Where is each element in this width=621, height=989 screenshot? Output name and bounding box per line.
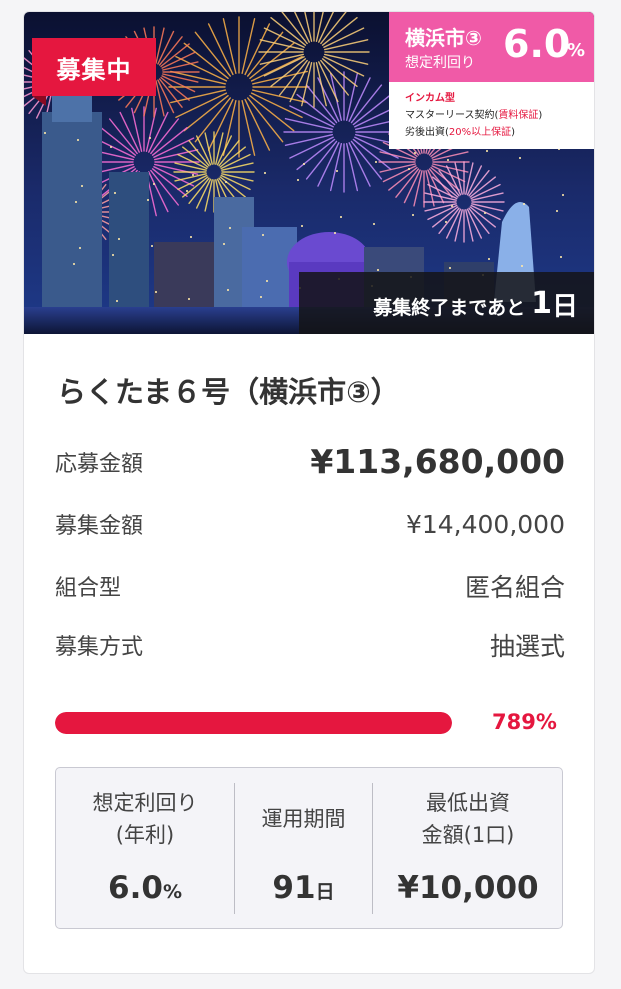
master-lease-suffix: ) — [538, 110, 543, 121]
status-badge: 募集中 — [32, 38, 156, 96]
progress-percent: 789% — [492, 710, 557, 734]
yield-city: 横浜市③ — [405, 26, 482, 50]
countdown-number: 1 — [531, 285, 552, 321]
subordinated-line: 劣後出資(20%以上保証) — [405, 124, 594, 141]
stat-yield-unit: % — [162, 881, 182, 903]
target-amount-label: 募集金額 — [55, 514, 144, 539]
stat-period: 運用期間 91日 — [235, 768, 372, 928]
subordinated-em: 20%以上保証 — [448, 127, 512, 138]
yield-unit: % — [567, 40, 586, 61]
stat-yield: 想定利回り (年利) 6.0% — [56, 768, 234, 928]
stat-period-unit: 日 — [315, 881, 335, 903]
stat-yield-label: 想定利回り — [92, 791, 198, 815]
recruitment-method-label: 募集方式 — [55, 635, 144, 660]
partnership-type-label: 組合型 — [55, 576, 122, 601]
stat-yield-number: 6.0 — [108, 870, 163, 906]
countdown-banner: 募集終了まであと 1 日 — [299, 272, 594, 334]
master-lease-prefix: マスターリース契約( — [405, 110, 499, 121]
yield-details: インカム型 マスターリース契約(賃料保証) 劣後出資(20%以上保証) — [389, 82, 594, 149]
applied-amount-value: ¥113,680,000 — [310, 442, 565, 481]
master-lease-line: マスターリース契約(賃料保証) — [405, 107, 594, 124]
progress-bar — [55, 712, 452, 734]
recruitment-method-row: 募集方式 抽選式 — [55, 627, 565, 663]
partnership-type-row: 組合型 匿名組合 — [55, 568, 565, 604]
yield-label: 想定利回り — [405, 55, 475, 71]
stat-minimum-sublabel: 金額(1口) — [421, 823, 515, 847]
subordinated-suffix: ) — [511, 127, 516, 138]
applied-amount-label: 応募金額 — [55, 451, 144, 477]
stat-minimum-label: 最低出資 — [426, 791, 510, 815]
stat-yield-sublabel: (年利) — [115, 823, 175, 847]
fund-title[interactable]: らくたま６号（横浜市③） — [57, 369, 400, 411]
partnership-type-value: 匿名組合 — [464, 573, 565, 602]
stats-box: 想定利回り (年利) 6.0% 運用期間 91日 最低出資 金額(1口) ¥10… — [55, 767, 563, 929]
progress-fill — [55, 712, 452, 734]
target-amount-row: 募集金額 ¥14,400,000 — [55, 508, 565, 540]
income-type: インカム型 — [405, 93, 455, 104]
hero-image: 募集中 横浜市③ 想定利回り 6.0 % インカム型 マスターリース契約(賃料保… — [24, 12, 594, 334]
stat-period-number: 91 — [272, 870, 316, 906]
stat-minimum: 最低出資 金額(1口) ¥10,000 — [373, 768, 563, 928]
countdown-unit: 日 — [551, 291, 578, 322]
stat-minimum-value: ¥10,000 — [397, 870, 539, 906]
target-amount-value: ¥14,400,000 — [405, 509, 565, 539]
stat-period-label: 運用期間 — [261, 807, 346, 831]
recruitment-method-value: 抽選式 — [489, 632, 565, 661]
yield-value: 6.0 — [503, 22, 571, 66]
yield-panel: 横浜市③ 想定利回り 6.0 % インカム型 マスターリース契約(賃料保証) 劣… — [389, 12, 594, 149]
subordinated-prefix: 劣後出資( — [405, 127, 449, 138]
yield-summary: 横浜市③ 想定利回り 6.0 % — [389, 12, 594, 82]
countdown-text: 募集終了まであと — [373, 296, 526, 319]
stat-yield-value: 6.0% — [56, 870, 234, 906]
stat-period-value: 91日 — [235, 870, 372, 906]
applied-amount-row: 応募金額 ¥113,680,000 — [55, 442, 565, 481]
fund-card[interactable]: 募集中 横浜市③ 想定利回り 6.0 % インカム型 マスターリース契約(賃料保… — [23, 11, 595, 974]
master-lease-em: 賃料保証 — [498, 110, 539, 121]
badge-fold — [32, 96, 46, 106]
